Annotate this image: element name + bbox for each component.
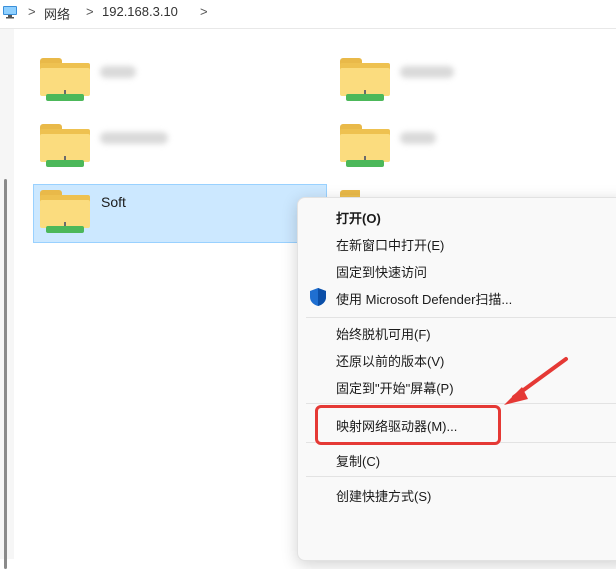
address-bar[interactable]: > 网络 > 192.168.3.10 > (0, 0, 616, 27)
network-folder-icon (340, 58, 390, 102)
folder-name-redacted (400, 66, 454, 78)
folder-name-redacted (400, 132, 436, 144)
network-folder-icon (40, 124, 90, 168)
menu-item-pin-quick-access[interactable]: 固定到快速访问 (336, 262, 427, 281)
menu-item-pin-start[interactable]: 固定到"开始"屏幕(P) (336, 378, 454, 397)
network-folder-icon (340, 124, 390, 168)
breadcrumb-separator: > (86, 4, 94, 19)
menu-item-open[interactable]: 打开(O) (336, 208, 381, 227)
defender-shield-icon (310, 288, 326, 306)
folder-name-redacted (100, 132, 168, 144)
menu-item-defender-scan[interactable]: 使用 Microsoft Defender扫描... (336, 289, 512, 308)
highlight-box (315, 405, 501, 445)
arrow-icon (504, 357, 568, 405)
network-folder-icon (40, 190, 90, 234)
menu-separator (306, 317, 616, 318)
breadcrumb-separator: > (200, 4, 208, 19)
address-bar-divider (0, 28, 616, 29)
folder-item[interactable] (340, 58, 480, 108)
network-folder-icon (40, 58, 90, 102)
folder-name-redacted (100, 66, 136, 78)
breadcrumb-network[interactable]: 网络 (44, 4, 70, 23)
scrollbar-thumb[interactable] (4, 179, 7, 569)
menu-item-always-offline[interactable]: 始终脱机可用(F) (336, 324, 431, 343)
folder-item[interactable] (340, 124, 480, 174)
menu-separator (306, 476, 616, 477)
folder-item[interactable] (40, 124, 190, 174)
scrollbar[interactable] (0, 29, 14, 569)
folder-item[interactable] (40, 58, 180, 108)
folder-item[interactable]: Soft (40, 190, 180, 240)
menu-item-copy[interactable]: 复制(C) (336, 451, 380, 470)
folder-name: Soft (101, 194, 126, 210)
menu-item-restore-previous[interactable]: 还原以前的版本(V) (336, 351, 444, 370)
menu-item-create-shortcut[interactable]: 创建快捷方式(S) (336, 486, 431, 505)
breadcrumb-host[interactable]: 192.168.3.10 (102, 4, 178, 19)
menu-item-open-new-window[interactable]: 在新窗口中打开(E) (336, 235, 444, 254)
breadcrumb-separator: > (28, 4, 36, 19)
computer-icon (3, 6, 17, 19)
